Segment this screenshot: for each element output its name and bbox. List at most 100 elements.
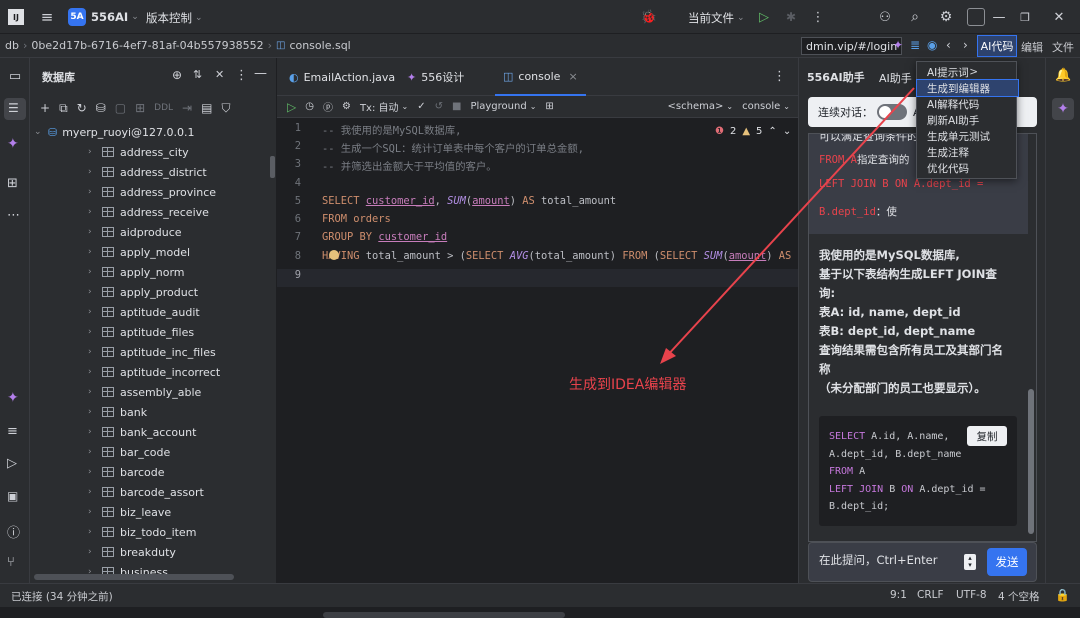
- menu-item-comment[interactable]: 生成注释: [917, 144, 1018, 160]
- ddl-button[interactable]: DDL: [154, 103, 173, 113]
- table-row[interactable]: › biz_todo_item: [88, 522, 196, 542]
- execute-icon[interactable]: ▷: [287, 100, 296, 114]
- table-view-icon[interactable]: ⊞: [135, 101, 145, 115]
- refresh-icon[interactable]: ↻: [77, 101, 87, 115]
- structure-icon[interactable]: ⊞: [7, 176, 18, 191]
- send-button[interactable]: 发送: [987, 548, 1027, 576]
- settings-gear-icon[interactable]: ⚙: [342, 101, 351, 112]
- ai-sparkle-icon[interactable]: ✦: [7, 136, 19, 152]
- playground-dropdown[interactable]: Playground ⌄: [470, 101, 536, 112]
- table-row[interactable]: › aptitude_incorrect: [88, 362, 220, 382]
- services-icon[interactable]: ≡: [7, 424, 18, 439]
- ai-sparkle-icon[interactable]: ✦: [893, 38, 903, 52]
- table-row[interactable]: › assembly_able: [88, 382, 201, 402]
- hide-panel-icon[interactable]: —: [254, 66, 267, 81]
- run-icon[interactable]: ▷: [756, 8, 772, 26]
- menu-item-generate-to-editor[interactable]: 生成到编辑器: [916, 79, 1019, 97]
- ai-assistant-icon[interactable]: ✦: [7, 390, 19, 406]
- ai-code-menu[interactable]: AI代码: [977, 35, 1017, 57]
- tab-556-design[interactable]: ✦ 556设计: [399, 58, 472, 96]
- url-field[interactable]: dmin.vip/#/login: [801, 37, 903, 55]
- breadcrumb-id[interactable]: 0be2d17b-6716-4ef7-81af-04b557938552: [31, 39, 263, 52]
- table-row[interactable]: › biz_leave: [88, 502, 171, 522]
- db-tree-scrollbar[interactable]: [270, 156, 275, 178]
- intention-bulb-icon[interactable]: [329, 250, 339, 260]
- tab-console[interactable]: ◫ console ×: [495, 58, 586, 96]
- console-icon[interactable]: ▤: [201, 101, 212, 115]
- tree-root[interactable]: ⌄ ⛁ myerp_ruoyi@127.0.0.1: [34, 122, 195, 142]
- chevron-left-icon[interactable]: ‹: [946, 38, 951, 52]
- tab-options-icon[interactable]: ⋮: [773, 69, 786, 84]
- table-row[interactable]: › address_receive: [88, 202, 209, 222]
- options-icon[interactable]: ⋮: [235, 68, 248, 83]
- add-icon[interactable]: +: [40, 101, 50, 115]
- run-tool-icon[interactable]: ▷: [7, 456, 17, 471]
- table-row[interactable]: › apply_product: [88, 282, 198, 302]
- project-folder-icon[interactable]: ▭: [7, 68, 23, 84]
- table-row[interactable]: › aptitude_files: [88, 322, 194, 342]
- problems-icon[interactable]: ⓘ: [7, 522, 20, 541]
- schema-dropdown[interactable]: <schema> ⌄: [668, 101, 734, 112]
- project-switcher[interactable]: 5A 556AI ⌄: [68, 8, 139, 26]
- menu-item-unit-test[interactable]: 生成单元测试: [917, 128, 1018, 144]
- target-icon[interactable]: ⊕: [172, 68, 182, 82]
- cursor-position[interactable]: 9:1: [890, 589, 907, 601]
- database-icon[interactable]: ≣: [910, 38, 920, 52]
- table-row[interactable]: › aidproduce: [88, 222, 182, 242]
- filter-icon[interactable]: ⛉: [221, 101, 230, 116]
- table-row[interactable]: › breakduty: [88, 542, 176, 562]
- commit-icon[interactable]: ✓: [417, 101, 425, 112]
- chat-scrollbar[interactable]: [1028, 389, 1034, 534]
- table-row[interactable]: › aptitude_audit: [88, 302, 200, 322]
- continuous-chat-toggle[interactable]: [877, 104, 907, 120]
- menu-item-explain-code[interactable]: AI解释代码: [917, 96, 1018, 112]
- db-settings-icon[interactable]: ⛁: [96, 101, 106, 115]
- db-tree-hscrollbar[interactable]: [34, 574, 234, 580]
- rollback-icon[interactable]: ↺: [435, 101, 443, 112]
- breadcrumb-file[interactable]: console.sql: [289, 39, 350, 52]
- table-row[interactable]: › apply_model: [88, 242, 190, 262]
- vcs-menu[interactable]: 版本控制 ⌄: [146, 10, 203, 26]
- hamburger-menu-icon[interactable]: ≡: [38, 8, 56, 26]
- table-row[interactable]: › address_province: [88, 182, 216, 202]
- copy-button[interactable]: 复制: [967, 426, 1007, 446]
- table-row[interactable]: › address_city: [88, 142, 189, 162]
- chevron-right-icon[interactable]: ›: [963, 38, 968, 52]
- edit-menu[interactable]: 编辑: [1021, 39, 1043, 55]
- input-stepper[interactable]: ▴ ▾: [964, 554, 976, 570]
- file-menu[interactable]: 文件: [1052, 39, 1074, 55]
- plugin-icon[interactable]: [967, 8, 985, 26]
- more-icon[interactable]: ⋯: [7, 208, 20, 223]
- lock-icon[interactable]: 🔒: [1055, 588, 1070, 602]
- breadcrumb-db[interactable]: db: [5, 39, 19, 52]
- indent-setting[interactable]: 4 个空格: [998, 589, 1040, 604]
- jump-icon[interactable]: ⇥: [182, 101, 192, 115]
- minimize-icon[interactable]: —: [990, 8, 1008, 26]
- expand-collapse-icon[interactable]: ⇅: [193, 68, 202, 81]
- stop-icon[interactable]: ▢: [115, 101, 126, 115]
- ask-input[interactable]: 在此提问，Ctrl+Enter: [819, 552, 961, 572]
- editor-hscrollbar[interactable]: [323, 612, 565, 618]
- console-dropdown[interactable]: console ⌄: [742, 101, 798, 112]
- restore-icon[interactable]: ❐: [1016, 8, 1034, 26]
- table-row[interactable]: › address_district: [88, 162, 207, 182]
- debug-icon[interactable]: ✱: [783, 8, 799, 26]
- connection-status[interactable]: 已连接 (34 分钟之前): [11, 589, 113, 604]
- code-area[interactable]: ❶2 ▲ 5 ⌃ ⌄ 1 -- 我使用的是MySQL数据库, 2 -- 生成一个SQL：…: [277, 118, 798, 618]
- copy-icon[interactable]: ⧉: [59, 101, 68, 116]
- table-row[interactable]: › bar_code: [88, 442, 170, 462]
- run-config-selector[interactable]: 当前文件 ⌄: [688, 10, 745, 26]
- close-icon[interactable]: ✕: [1050, 8, 1068, 26]
- grid-icon[interactable]: ⊞: [545, 101, 553, 112]
- search-icon[interactable]: ⌕: [906, 8, 924, 26]
- git-icon[interactable]: ⑂: [7, 555, 15, 570]
- more-actions-icon[interactable]: ⋮: [810, 8, 826, 26]
- table-row[interactable]: › aptitude_inc_files: [88, 342, 216, 362]
- notifications-bell-icon[interactable]: 🔔: [1055, 68, 1071, 83]
- close-tab-icon[interactable]: ×: [568, 70, 577, 83]
- table-row[interactable]: › barcode_assort: [88, 482, 204, 502]
- tx-mode-dropdown[interactable]: Tx: 自动 ⌄: [360, 99, 408, 114]
- menu-item-optimize[interactable]: 优化代码: [917, 160, 1018, 176]
- debug-bug-icon[interactable]: 🐞: [640, 8, 658, 26]
- add-user-icon[interactable]: ⚇: [876, 8, 894, 26]
